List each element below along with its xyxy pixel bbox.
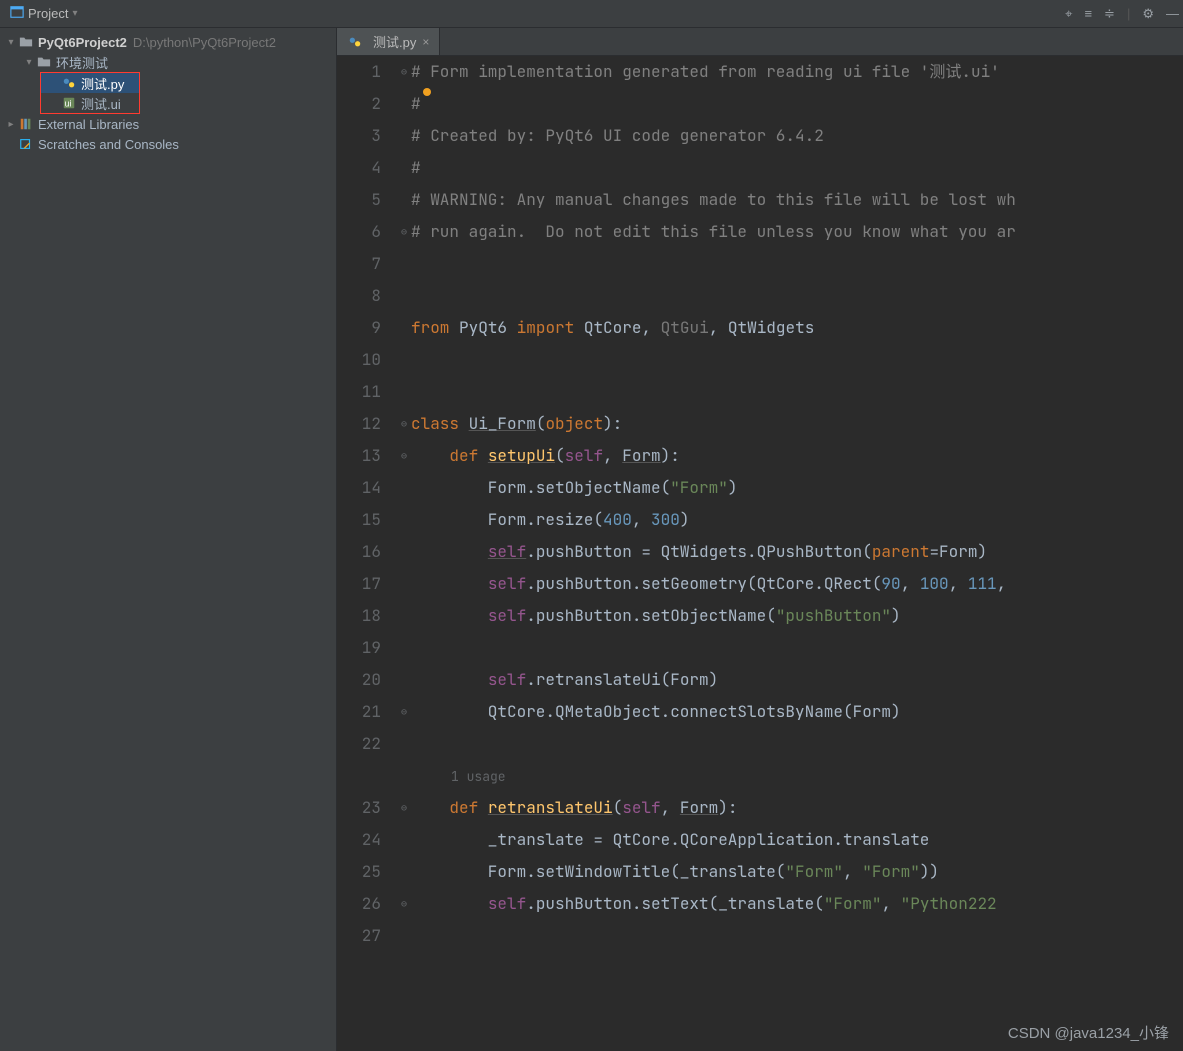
gear-icon[interactable]: ⚙: [1142, 7, 1154, 20]
fold-column[interactable]: ⊖⊖⊖⊖⊖⊖⊖: [397, 56, 411, 1051]
python-file-icon: [61, 75, 77, 91]
tab-label: 测试.py: [373, 32, 416, 51]
folder-icon: [18, 34, 34, 50]
libraries-icon: [18, 116, 34, 132]
tree-file-label: 测试.py: [81, 74, 124, 93]
collapse-icon[interactable]: ≑: [1104, 7, 1115, 20]
tree-external-libs[interactable]: ▸ External Libraries: [0, 114, 336, 134]
watermark: CSDN @java1234_小锋: [1008, 1022, 1169, 1043]
hide-icon[interactable]: —: [1166, 7, 1179, 20]
code-editor[interactable]: 1234567891011121314151617181920212223242…: [337, 56, 1183, 1051]
close-icon[interactable]: ×: [422, 35, 429, 49]
chevron-down-icon: ▾: [72, 8, 77, 19]
tree-file-py[interactable]: 测试.py: [41, 73, 139, 93]
project-label: Project: [28, 6, 68, 21]
tree-root-path: D:\python\PyQt6Project2: [133, 35, 276, 50]
tree-folder-label: 环境测试: [56, 53, 108, 72]
tree-file-ui[interactable]: ui 测试.ui: [41, 93, 139, 113]
locate-icon[interactable]: ⌖: [1065, 7, 1072, 20]
project-tree[interactable]: ▾ PyQt6Project2 D:\python\PyQt6Project2 …: [0, 28, 337, 1051]
tab-file[interactable]: 测试.py ×: [337, 28, 440, 55]
editor-tabs: 测试.py ×: [337, 28, 1183, 56]
tree-file-label: 测试.ui: [81, 94, 121, 113]
tree-folder-env[interactable]: ▾ 环境测试: [0, 52, 336, 72]
tree-scratches[interactable]: Scratches and Consoles: [0, 134, 336, 154]
folder-icon: [36, 54, 52, 70]
code-body[interactable]: # Form implementation generated from rea…: [411, 56, 1183, 1051]
expand-icon[interactable]: ≡: [1084, 7, 1092, 20]
project-dropdown[interactable]: Project ▾: [4, 3, 84, 24]
project-panel-icon: [10, 5, 24, 22]
ui-file-icon: ui: [61, 95, 77, 111]
scratches-icon: [18, 136, 34, 152]
tree-extlibs-label: External Libraries: [38, 117, 139, 132]
project-toolbar: Project ▾ ⌖ ≡ ≑ | ⚙ —: [0, 0, 1183, 28]
python-file-icon: [347, 34, 363, 50]
tree-root-label: PyQt6Project2: [38, 35, 127, 50]
tree-root[interactable]: ▾ PyQt6Project2 D:\python\PyQt6Project2: [0, 32, 336, 52]
line-gutter: 1234567891011121314151617181920212223242…: [337, 56, 397, 1051]
tree-scratches-label: Scratches and Consoles: [38, 137, 179, 152]
svg-text:ui: ui: [65, 99, 72, 109]
